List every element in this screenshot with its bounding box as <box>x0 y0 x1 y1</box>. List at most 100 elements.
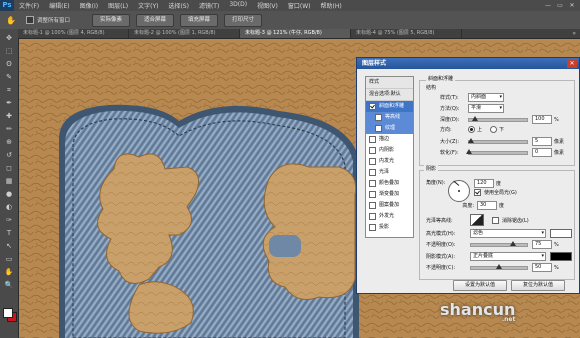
healing-icon[interactable]: ✚ <box>3 111 15 121</box>
print-size-button[interactable]: 打印尺寸 <box>224 13 263 27</box>
style-item-checkbox[interactable] <box>369 202 376 209</box>
lasso-icon[interactable]: ʘ <box>3 59 15 69</box>
tab-document-2[interactable]: 未标题-2 @ 100% (图层 1, RGB/8) <box>129 29 240 38</box>
pen-icon[interactable]: ✑ <box>3 215 15 225</box>
style-item-8[interactable]: 光泽 <box>366 167 413 178</box>
move-icon[interactable]: ✥ <box>3 33 15 43</box>
menu-item-6[interactable]: 滤镜(T) <box>194 1 224 10</box>
style-select[interactable]: 内斜面 <box>468 93 504 102</box>
style-item-12[interactable]: 外发光 <box>366 211 413 222</box>
style-item-checkbox[interactable] <box>375 125 382 132</box>
brush-icon[interactable]: ✏ <box>3 124 15 134</box>
angle-input[interactable]: 120 <box>474 179 494 188</box>
soften-slider-thumb[interactable] <box>466 148 472 154</box>
style-item-checkbox[interactable] <box>369 136 376 143</box>
style-item-11[interactable]: 图案叠加 <box>366 200 413 211</box>
blur-icon[interactable]: ● <box>3 189 15 199</box>
method-select[interactable]: 平滑 <box>468 104 504 113</box>
tabs-overflow-button[interactable]: » <box>572 29 576 38</box>
tab-document-1[interactable]: 未标题-1 @ 100% (图层 4, RGB/8) <box>18 29 129 38</box>
eraser-icon[interactable]: ◻ <box>3 163 15 173</box>
close-icon[interactable]: ✕ <box>567 59 577 68</box>
menu-item-4[interactable]: 文字(Y) <box>133 1 163 10</box>
menu-item-1[interactable]: 编辑(E) <box>44 1 74 10</box>
style-item-checkbox[interactable] <box>369 147 376 154</box>
style-item-checkbox[interactable] <box>375 114 382 121</box>
menu-item-5[interactable]: 选择(S) <box>163 1 194 10</box>
style-item-9[interactable]: 颜色叠加 <box>366 178 413 189</box>
direction-down-radio[interactable] <box>490 126 498 133</box>
set-default-button[interactable]: 设置为默认值 <box>453 280 507 291</box>
depth-input[interactable]: 100 <box>532 115 552 124</box>
menu-item-2[interactable]: 图像(I) <box>75 1 103 10</box>
marquee-icon[interactable]: ⬚ <box>3 46 15 56</box>
style-item-checkbox[interactable] <box>369 158 376 165</box>
foreground-color-swatch[interactable] <box>3 308 13 318</box>
hand-icon[interactable]: ✋ <box>3 267 15 277</box>
style-item-checkbox[interactable] <box>369 103 376 110</box>
style-item-checkbox[interactable] <box>369 180 376 187</box>
antialias-checkbox[interactable] <box>492 216 499 224</box>
style-item-0[interactable]: 样式 <box>366 77 413 89</box>
style-item-5[interactable]: 描边 <box>366 134 413 145</box>
fill-screen-button[interactable]: 填充屏幕 <box>180 13 219 27</box>
style-item-checkbox[interactable] <box>369 213 376 220</box>
shadow-opacity-slider[interactable] <box>470 263 528 270</box>
menu-item-9[interactable]: 窗口(W) <box>283 1 316 10</box>
minimize-button[interactable]: — <box>542 0 554 11</box>
zoom-icon[interactable]: 🔍 <box>3 280 15 290</box>
direction-up-radio[interactable] <box>468 126 475 133</box>
menu-item-8[interactable]: 视图(V) <box>252 1 283 10</box>
gradient-icon[interactable]: ▦ <box>3 176 15 186</box>
reset-default-button[interactable]: 复位为默认值 <box>511 280 565 291</box>
actual-pixels-button[interactable]: 实际像素 <box>91 13 130 27</box>
highlight-color-swatch[interactable] <box>550 229 572 238</box>
style-item-10[interactable]: 渐变叠加 <box>366 189 413 200</box>
altitude-input[interactable]: 30 <box>477 201 497 210</box>
style-item-7[interactable]: 内发光 <box>366 156 413 167</box>
shadow-color-swatch[interactable] <box>550 252 572 261</box>
hand-tool-preset-icon[interactable]: ✋ <box>6 16 16 25</box>
style-item-4[interactable]: 纹理 <box>366 123 413 134</box>
style-item-6[interactable]: 内阴影 <box>366 145 413 156</box>
angle-dial[interactable] <box>448 180 470 202</box>
path-select-icon[interactable]: ↖ <box>3 241 15 251</box>
history-brush-icon[interactable]: ↺ <box>3 150 15 160</box>
crop-icon[interactable]: ⌗ <box>3 85 15 95</box>
shadow-mode-select[interactable]: 正片叠底 <box>470 252 546 261</box>
style-item-1[interactable]: 混合选项:默认 <box>366 89 413 101</box>
soften-input[interactable]: 0 <box>532 148 552 157</box>
maximize-button[interactable]: ▭ <box>554 0 566 11</box>
stamp-icon[interactable]: ⊕ <box>3 137 15 147</box>
highlight-opacity-slider[interactable] <box>470 240 528 247</box>
fit-screen-button[interactable]: 适合屏幕 <box>136 13 175 27</box>
global-light-checkbox[interactable] <box>474 189 481 196</box>
menu-item-3[interactable]: 图层(L) <box>103 1 133 10</box>
depth-slider-thumb[interactable] <box>471 115 478 121</box>
shape-icon[interactable]: ▭ <box>3 254 15 264</box>
menu-item-0[interactable]: 文件(F) <box>14 1 44 10</box>
shadow-opacity-input[interactable]: 50 <box>532 263 552 272</box>
style-item-3[interactable]: 等高线 <box>366 112 413 123</box>
size-slider[interactable] <box>468 137 528 144</box>
tab-document-4[interactable]: 未标题-4 @ 75% (图层 5, RGB/8) <box>351 29 462 38</box>
quick-select-icon[interactable]: ✎ <box>3 72 15 82</box>
style-item-checkbox[interactable] <box>369 224 376 231</box>
highlight-mode-select[interactable]: 滤色 <box>470 229 546 238</box>
size-input[interactable]: 5 <box>532 137 552 146</box>
size-slider-thumb[interactable] <box>468 137 475 143</box>
menu-item-10[interactable]: 帮助(H) <box>316 1 347 10</box>
dodge-icon[interactable]: ◐ <box>3 202 15 212</box>
highlight-opacity-input[interactable]: 75 <box>532 240 552 249</box>
eyedropper-icon[interactable]: ✒ <box>3 98 15 108</box>
gloss-contour-picker[interactable] <box>470 214 484 226</box>
menu-item-7[interactable]: 3D(D) <box>224 1 252 10</box>
resize-all-windows-checkbox[interactable] <box>25 16 34 24</box>
tab-document-3[interactable]: 未标题-3 @ 121% (牛仔, RGB/8) <box>240 29 351 38</box>
close-window-button[interactable]: ✕ <box>566 0 578 11</box>
style-item-2[interactable]: 斜面和浮雕 <box>366 101 413 112</box>
highlight-opacity-slider-thumb[interactable] <box>510 240 516 246</box>
soften-slider[interactable] <box>466 148 528 155</box>
shadow-opacity-slider-thumb[interactable] <box>496 263 502 269</box>
type-icon[interactable]: T <box>3 228 15 238</box>
